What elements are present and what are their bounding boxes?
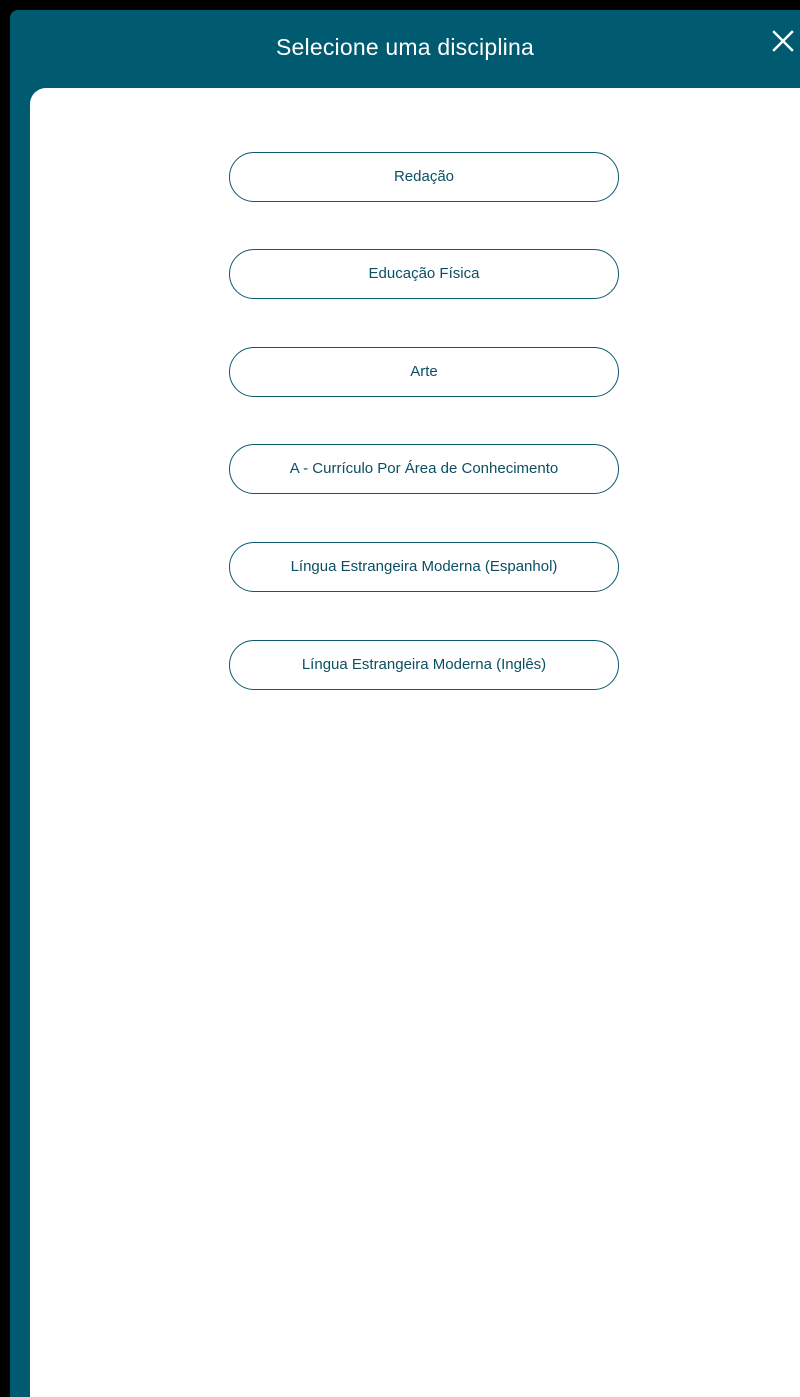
discipline-button-ingles[interactable]: Língua Estrangeira Moderna (Inglês) [229, 640, 619, 690]
discipline-button-espanhol[interactable]: Língua Estrangeira Moderna (Espanhol) [229, 542, 619, 592]
discipline-button-arte[interactable]: Arte [229, 347, 619, 397]
screen-frame: Selecione uma disciplina Redação Educaçã… [0, 0, 800, 1397]
discipline-button-redacao[interactable]: Redação [229, 152, 619, 202]
discipline-dialog: Selecione uma disciplina Redação Educaçã… [10, 10, 800, 1397]
close-button[interactable] [766, 24, 800, 58]
close-icon [772, 30, 794, 52]
dialog-header: Selecione uma disciplina [10, 10, 800, 88]
dialog-title: Selecione uma disciplina [276, 34, 534, 60]
discipline-button-educacao-fisica[interactable]: Educação Física [229, 249, 619, 299]
dialog-content: Redação Educação Física Arte A - Currícu… [30, 88, 800, 1397]
discipline-button-curriculo-area[interactable]: A - Currículo Por Área de Conhecimento [229, 444, 619, 494]
